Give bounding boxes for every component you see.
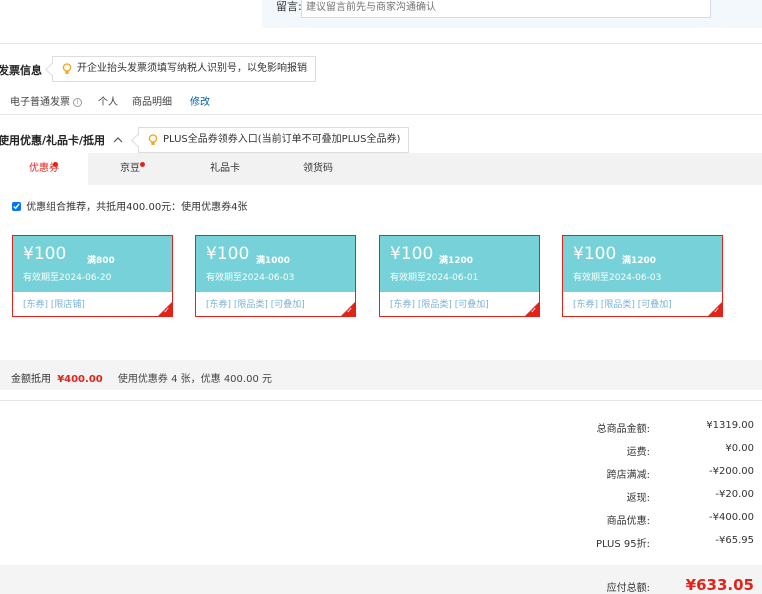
checkmark-icon: ✓ (163, 306, 170, 315)
coupon-condition: 满800 (87, 256, 115, 266)
deduction-amount: ¥400.00 (57, 374, 103, 385)
invoice-title: 发票信息 (0, 64, 42, 77)
divider (0, 43, 762, 44)
tab-label: 礼品卡 (210, 163, 240, 174)
coupon-validity: 有效期至2024-06-01 (390, 273, 479, 283)
deduction-desc: 使用优惠券 4 张，优惠 400.00 元 (117, 374, 272, 385)
coupon-condition: 满1200 (622, 256, 657, 266)
invoice-content: 商品明细 (132, 97, 172, 108)
checkmark-icon: ✓ (346, 306, 353, 315)
checkmark-icon: ✓ (530, 306, 537, 315)
total-amount: ¥633.05 (685, 576, 754, 594)
coupon-condition: 满1200 (439, 256, 474, 266)
coupon-card[interactable]: ¥100 满1200 有效期至2024-06-03 [东券] [限品类] [可叠… (562, 235, 723, 317)
coupon-tags: [东券] [限店铺] (23, 300, 85, 310)
lightbulb-icon (62, 63, 72, 74)
coupon-tags: [东券] [限品类] [可叠加] (573, 300, 672, 310)
plus-coupon-tip[interactable]: PLUS全品券领券入口(当前订单不可叠加PLUS全品券) (138, 127, 410, 153)
summary-value: -¥400.00 (709, 512, 754, 523)
info-icon[interactable]: i (73, 98, 83, 107)
coupon-validity: 有效期至2024-06-20 (23, 273, 112, 283)
summary-label: PLUS 95折: (595, 539, 650, 550)
summary-value: -¥65.95 (715, 535, 754, 546)
coupon-amount: ¥100 (23, 244, 67, 264)
tab-coupons[interactable]: 优惠券 (0, 153, 88, 185)
coupon-amount: ¥100 (390, 244, 434, 264)
divider (0, 400, 762, 401)
coupon-validity: 有效期至2024-06-03 (573, 273, 662, 283)
summary-label: 总商品金额: (596, 424, 650, 435)
summary-label: 返现: (626, 493, 650, 504)
coupon-card[interactable]: ¥100 满800 有效期至2024-06-20 [东券] [限店铺] ✓ (12, 235, 173, 317)
coupon-card[interactable]: ¥100 满1000 有效期至2024-06-03 [东券] [限品类] [可叠… (195, 235, 356, 317)
invoice-holder: 个人 (98, 97, 118, 108)
coupon-validity: 有效期至2024-06-03 (206, 273, 295, 283)
coupon-tags: [东券] [限品类] [可叠加] (390, 300, 489, 310)
remark-input[interactable] (301, 0, 711, 18)
coupon-amount: ¥100 (573, 244, 617, 264)
remark-label: 留言: (276, 0, 302, 13)
invoice-type: 电子普通发票 i (10, 93, 83, 108)
discount-title: 使用优惠/礼品卡/抵用 (0, 134, 106, 147)
summary-label: 运费: (626, 447, 650, 458)
coupon-amount: ¥100 (206, 244, 250, 264)
summary-value: -¥200.00 (709, 466, 754, 477)
combo-checkbox[interactable] (12, 202, 21, 211)
invoice-tip-text: 开企业抬头发票须填写纳税人识别号，以免影响报销 (77, 63, 307, 74)
chevron-up-icon[interactable] (113, 136, 123, 144)
plus-coupon-tip-text: PLUS全品券领券入口(当前订单不可叠加PLUS全品券) (163, 134, 401, 145)
lightbulb-icon (148, 134, 158, 145)
combo-label: 优惠组合推荐，共抵用400.00元：使用优惠券4张 (26, 202, 248, 213)
tab-label: 领货码 (303, 163, 333, 174)
summary-value: -¥20.00 (715, 489, 754, 500)
total-label: 应付总额: (606, 583, 650, 594)
summary-label: 商品优惠: (606, 516, 650, 527)
divider (0, 114, 762, 115)
notification-dot (53, 162, 58, 167)
tab-redeem-code[interactable]: 领货码 (276, 153, 360, 185)
tab-gift-card[interactable]: 礼品卡 (183, 153, 267, 185)
invoice-tip: 开企业抬头发票须填写纳税人识别号，以免影响报销 (52, 56, 316, 82)
deduction-summary: 金额抵用 ¥400.00 使用优惠券 4 张，优惠 400.00 元 (11, 370, 272, 385)
coupon-tags: [东券] [限品类] [可叠加] (206, 300, 305, 310)
discount-header[interactable]: 使用优惠/礼品卡/抵用 (0, 132, 123, 148)
coupon-condition: 满1000 (256, 256, 291, 266)
coupon-card[interactable]: ¥100 满1200 有效期至2024-06-01 [东券] [限品类] [可叠… (379, 235, 540, 317)
tab-label: 京豆 (120, 163, 140, 174)
invoice-edit-link[interactable]: 修改 (190, 93, 210, 108)
tab-jingdou[interactable]: 京豆 (88, 153, 172, 185)
combo-recommend: 优惠组合推荐，共抵用400.00元：使用优惠券4张 (12, 198, 248, 213)
summary-label: 跨店满减: (606, 470, 650, 481)
checkmark-icon: ✓ (713, 306, 720, 315)
invoice-type-text: 电子普通发票 (10, 97, 70, 108)
notification-dot (140, 162, 145, 167)
deduction-label: 金额抵用 (11, 374, 51, 385)
summary-value: ¥0.00 (725, 443, 754, 454)
summary-value: ¥1319.00 (706, 420, 754, 431)
